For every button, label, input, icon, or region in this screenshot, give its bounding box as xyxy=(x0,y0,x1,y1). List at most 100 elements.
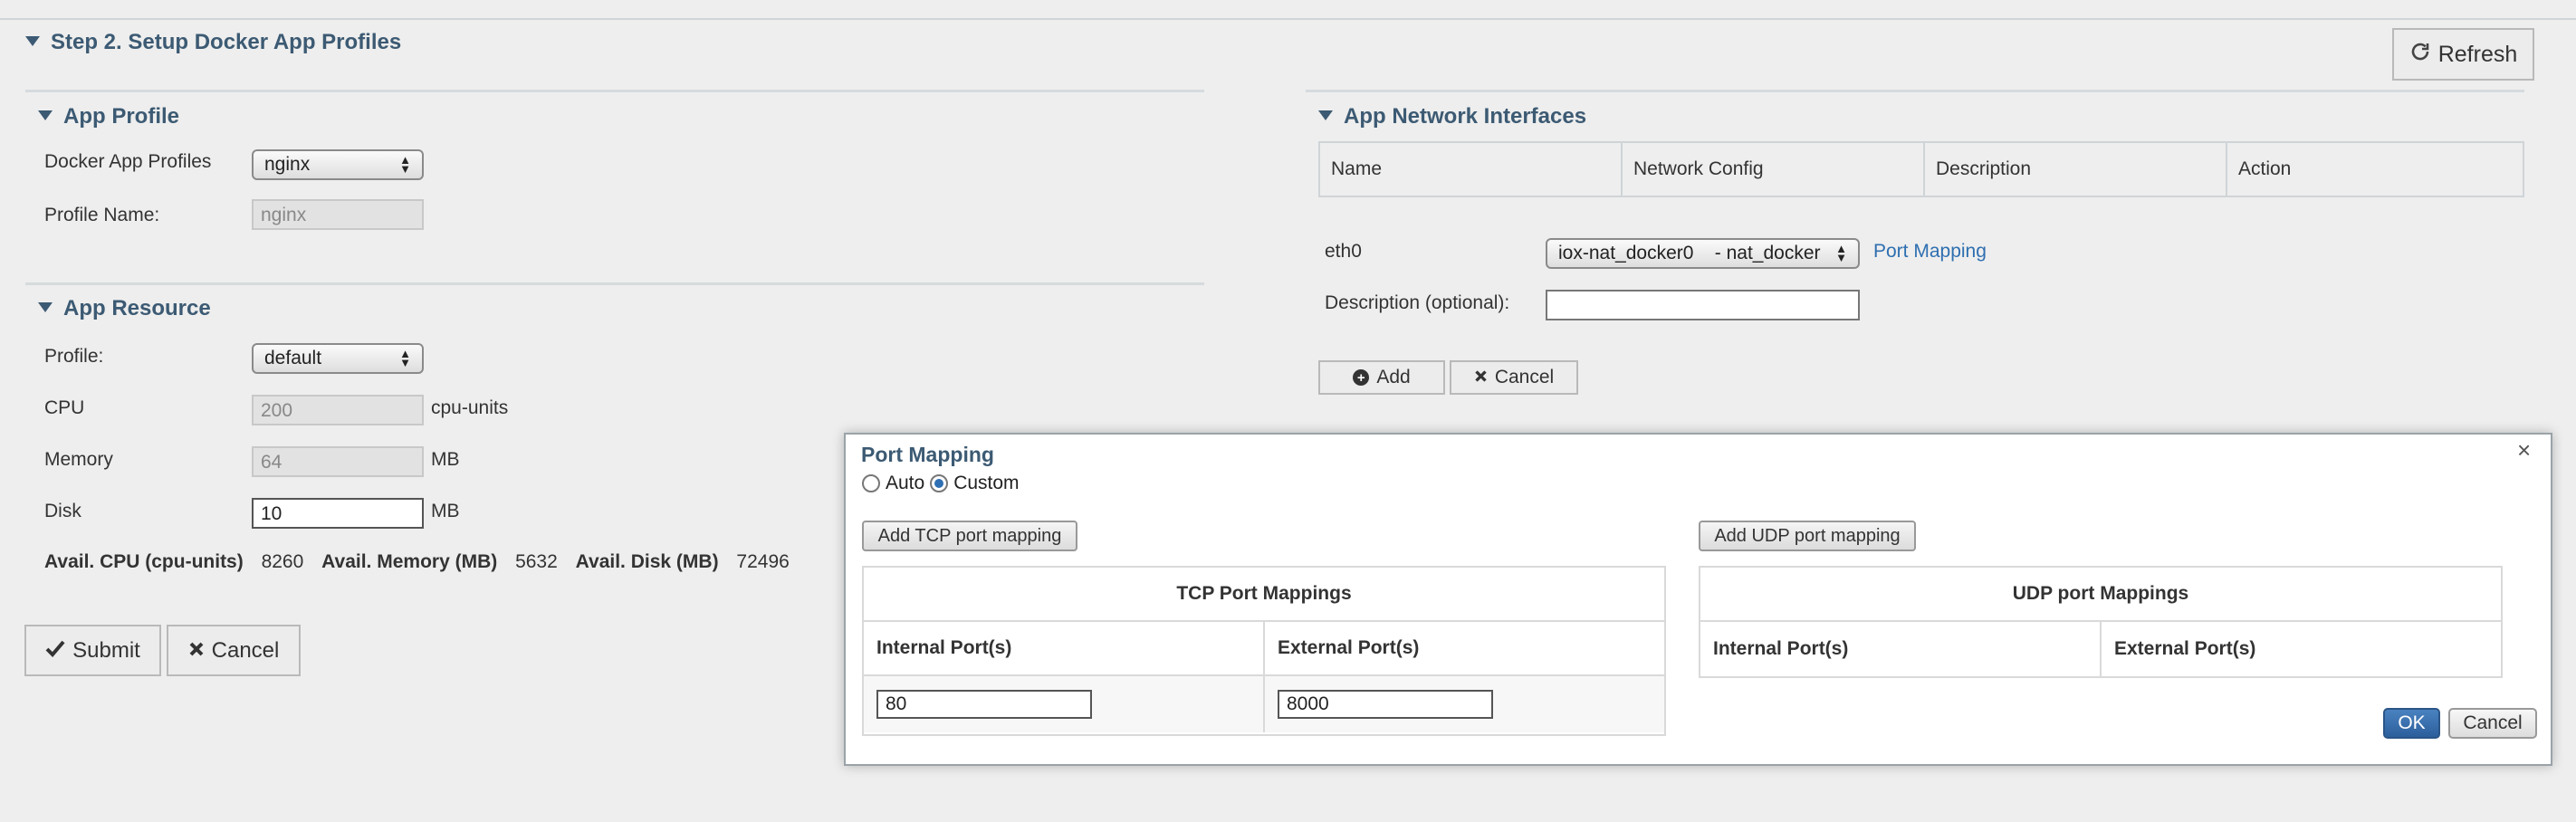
profile-name-label: Profile Name: xyxy=(44,205,159,226)
select-arrows-icon: ▲▼ xyxy=(399,349,411,368)
resource-profile-select[interactable]: default ▲▼ xyxy=(252,343,424,374)
add-tcp-label: Add TCP port mapping xyxy=(878,526,1062,547)
dialog-cancel-label: Cancel xyxy=(2463,712,2522,734)
table-row: 80 8000 xyxy=(864,676,1664,732)
network-config-value: iox-nat_docker0 - nat_docker xyxy=(1558,243,1821,264)
cpu-field: 200 xyxy=(252,395,424,425)
add-udp-label: Add UDP port mapping xyxy=(1714,526,1900,547)
ok-button[interactable]: OK xyxy=(2383,708,2440,739)
avail-cpu-value: 8260 xyxy=(262,551,304,572)
col-network-config: Network Config xyxy=(1623,143,1925,196)
avail-cpu-label: Avail. CPU (cpu-units) xyxy=(44,551,244,572)
tcp-external-input[interactable]: 8000 xyxy=(1278,690,1493,719)
interface-name: eth0 xyxy=(1325,241,1362,263)
collapse-triangle-icon xyxy=(38,302,53,312)
network-config-select[interactable]: iox-nat_docker0 - nat_docker ▲▼ xyxy=(1546,238,1860,269)
cpu-unit: cpu-units xyxy=(431,397,508,419)
udp-mappings-table: UDP port Mappings Internal Port(s) Exter… xyxy=(1699,566,2503,678)
checkmark-icon xyxy=(45,638,65,664)
docker-profiles-value: nginx xyxy=(264,154,310,176)
memory-unit: MB xyxy=(431,449,460,471)
refresh-label: Refresh xyxy=(2438,42,2518,68)
avail-disk-label: Avail. Disk (MB) xyxy=(576,551,719,572)
network-add-label: Add xyxy=(1376,367,1410,388)
radio-auto-label: Auto xyxy=(886,473,924,494)
add-tcp-mapping-button[interactable]: Add TCP port mapping xyxy=(862,521,1077,551)
top-divider xyxy=(0,18,2576,20)
udp-table-columns: Internal Port(s) External Port(s) xyxy=(1700,622,2501,676)
udp-col-external: External Port(s) xyxy=(2102,622,2501,676)
disk-input[interactable]: 10 xyxy=(252,498,424,529)
collapse-triangle-icon xyxy=(38,110,53,120)
collapse-triangle-icon xyxy=(1318,110,1333,120)
x-icon xyxy=(1474,367,1488,388)
memory-value: 64 xyxy=(261,452,282,473)
cancel-button[interactable]: Cancel xyxy=(167,625,301,676)
refresh-button[interactable]: Refresh xyxy=(2392,28,2534,81)
udp-table-title: UDP port Mappings xyxy=(1700,568,2501,622)
port-mapping-link[interactable]: Port Mapping xyxy=(1873,241,1987,263)
step-title: Step 2. Setup Docker App Profiles xyxy=(51,30,401,54)
mode-radio-group: Auto Custom xyxy=(862,473,1020,494)
radio-auto[interactable] xyxy=(862,474,880,492)
profile-name-field: nginx xyxy=(252,199,424,230)
col-action: Action xyxy=(2227,143,2523,196)
docker-profiles-select[interactable]: nginx ▲▼ xyxy=(252,149,424,180)
refresh-icon xyxy=(2409,41,2431,69)
col-name: Name xyxy=(1320,143,1623,196)
x-icon xyxy=(188,638,205,664)
col-description: Description xyxy=(1925,143,2227,196)
avail-disk-value: 72496 xyxy=(736,551,789,572)
description-label: Description (optional): xyxy=(1325,292,1509,314)
network-title: App Network Interfaces xyxy=(1344,104,1586,129)
collapse-triangle-icon xyxy=(25,36,40,46)
tcp-table-title: TCP Port Mappings xyxy=(864,568,1664,622)
app-profile-header[interactable]: App Profile xyxy=(38,104,179,129)
app-resource-header[interactable]: App Resource xyxy=(38,296,211,321)
docker-profiles-label: Docker App Profiles xyxy=(44,151,211,173)
select-arrows-icon: ▲▼ xyxy=(1835,244,1847,263)
app-resource-title: App Resource xyxy=(63,296,211,320)
network-cancel-button[interactable]: Cancel xyxy=(1450,360,1578,395)
radio-custom-label: Custom xyxy=(953,473,1019,494)
description-input[interactable] xyxy=(1546,290,1860,320)
dialog-cancel-button[interactable]: Cancel xyxy=(2448,708,2537,739)
separator-app-profile xyxy=(25,90,1204,92)
profile-name-value: nginx xyxy=(261,205,306,225)
network-add-button[interactable]: + Add xyxy=(1318,360,1445,395)
select-arrows-icon: ▲▼ xyxy=(399,156,411,174)
close-icon[interactable]: × xyxy=(2517,436,2531,464)
radio-custom[interactable] xyxy=(930,474,948,492)
step-header[interactable]: Step 2. Setup Docker App Profiles xyxy=(25,30,401,55)
memory-field: 64 xyxy=(252,446,424,477)
tcp-internal-input[interactable]: 80 xyxy=(876,690,1092,719)
availability-line: Avail. CPU (cpu-units) 8260 Avail. Memor… xyxy=(44,551,790,573)
profile-label: Profile: xyxy=(44,346,103,368)
disk-label: Disk xyxy=(44,501,81,522)
cpu-label: CPU xyxy=(44,397,84,419)
udp-col-internal: Internal Port(s) xyxy=(1700,622,2102,676)
network-header[interactable]: App Network Interfaces xyxy=(1318,104,1586,129)
network-table-header: Name Network Config Description Action xyxy=(1318,141,2524,197)
app-profile-title: App Profile xyxy=(63,104,179,129)
avail-memory-value: 5632 xyxy=(515,551,558,572)
tcp-table-columns: Internal Port(s) External Port(s) xyxy=(864,622,1664,676)
avail-memory-label: Avail. Memory (MB) xyxy=(321,551,497,572)
cancel-label: Cancel xyxy=(212,638,280,664)
plus-circle-icon: + xyxy=(1353,369,1369,386)
tcp-external-cell: 8000 xyxy=(1265,676,1664,732)
submit-button[interactable]: Submit xyxy=(24,625,161,676)
resource-profile-value: default xyxy=(264,348,321,369)
network-cancel-label: Cancel xyxy=(1495,367,1554,388)
ok-label: OK xyxy=(2398,712,2425,734)
disk-unit: MB xyxy=(431,501,460,522)
tcp-mappings-table: TCP Port Mappings Internal Port(s) Exter… xyxy=(862,566,1666,736)
add-udp-mapping-button[interactable]: Add UDP port mapping xyxy=(1699,521,1916,551)
cpu-value: 200 xyxy=(261,400,292,421)
disk-value: 10 xyxy=(261,503,282,524)
separator-app-resource xyxy=(25,282,1204,285)
separator-network xyxy=(1306,90,2524,92)
tcp-col-internal: Internal Port(s) xyxy=(864,622,1265,674)
port-mapping-dialog: Port Mapping × Auto Custom Add TCP port … xyxy=(844,433,2552,766)
memory-label: Memory xyxy=(44,449,113,471)
